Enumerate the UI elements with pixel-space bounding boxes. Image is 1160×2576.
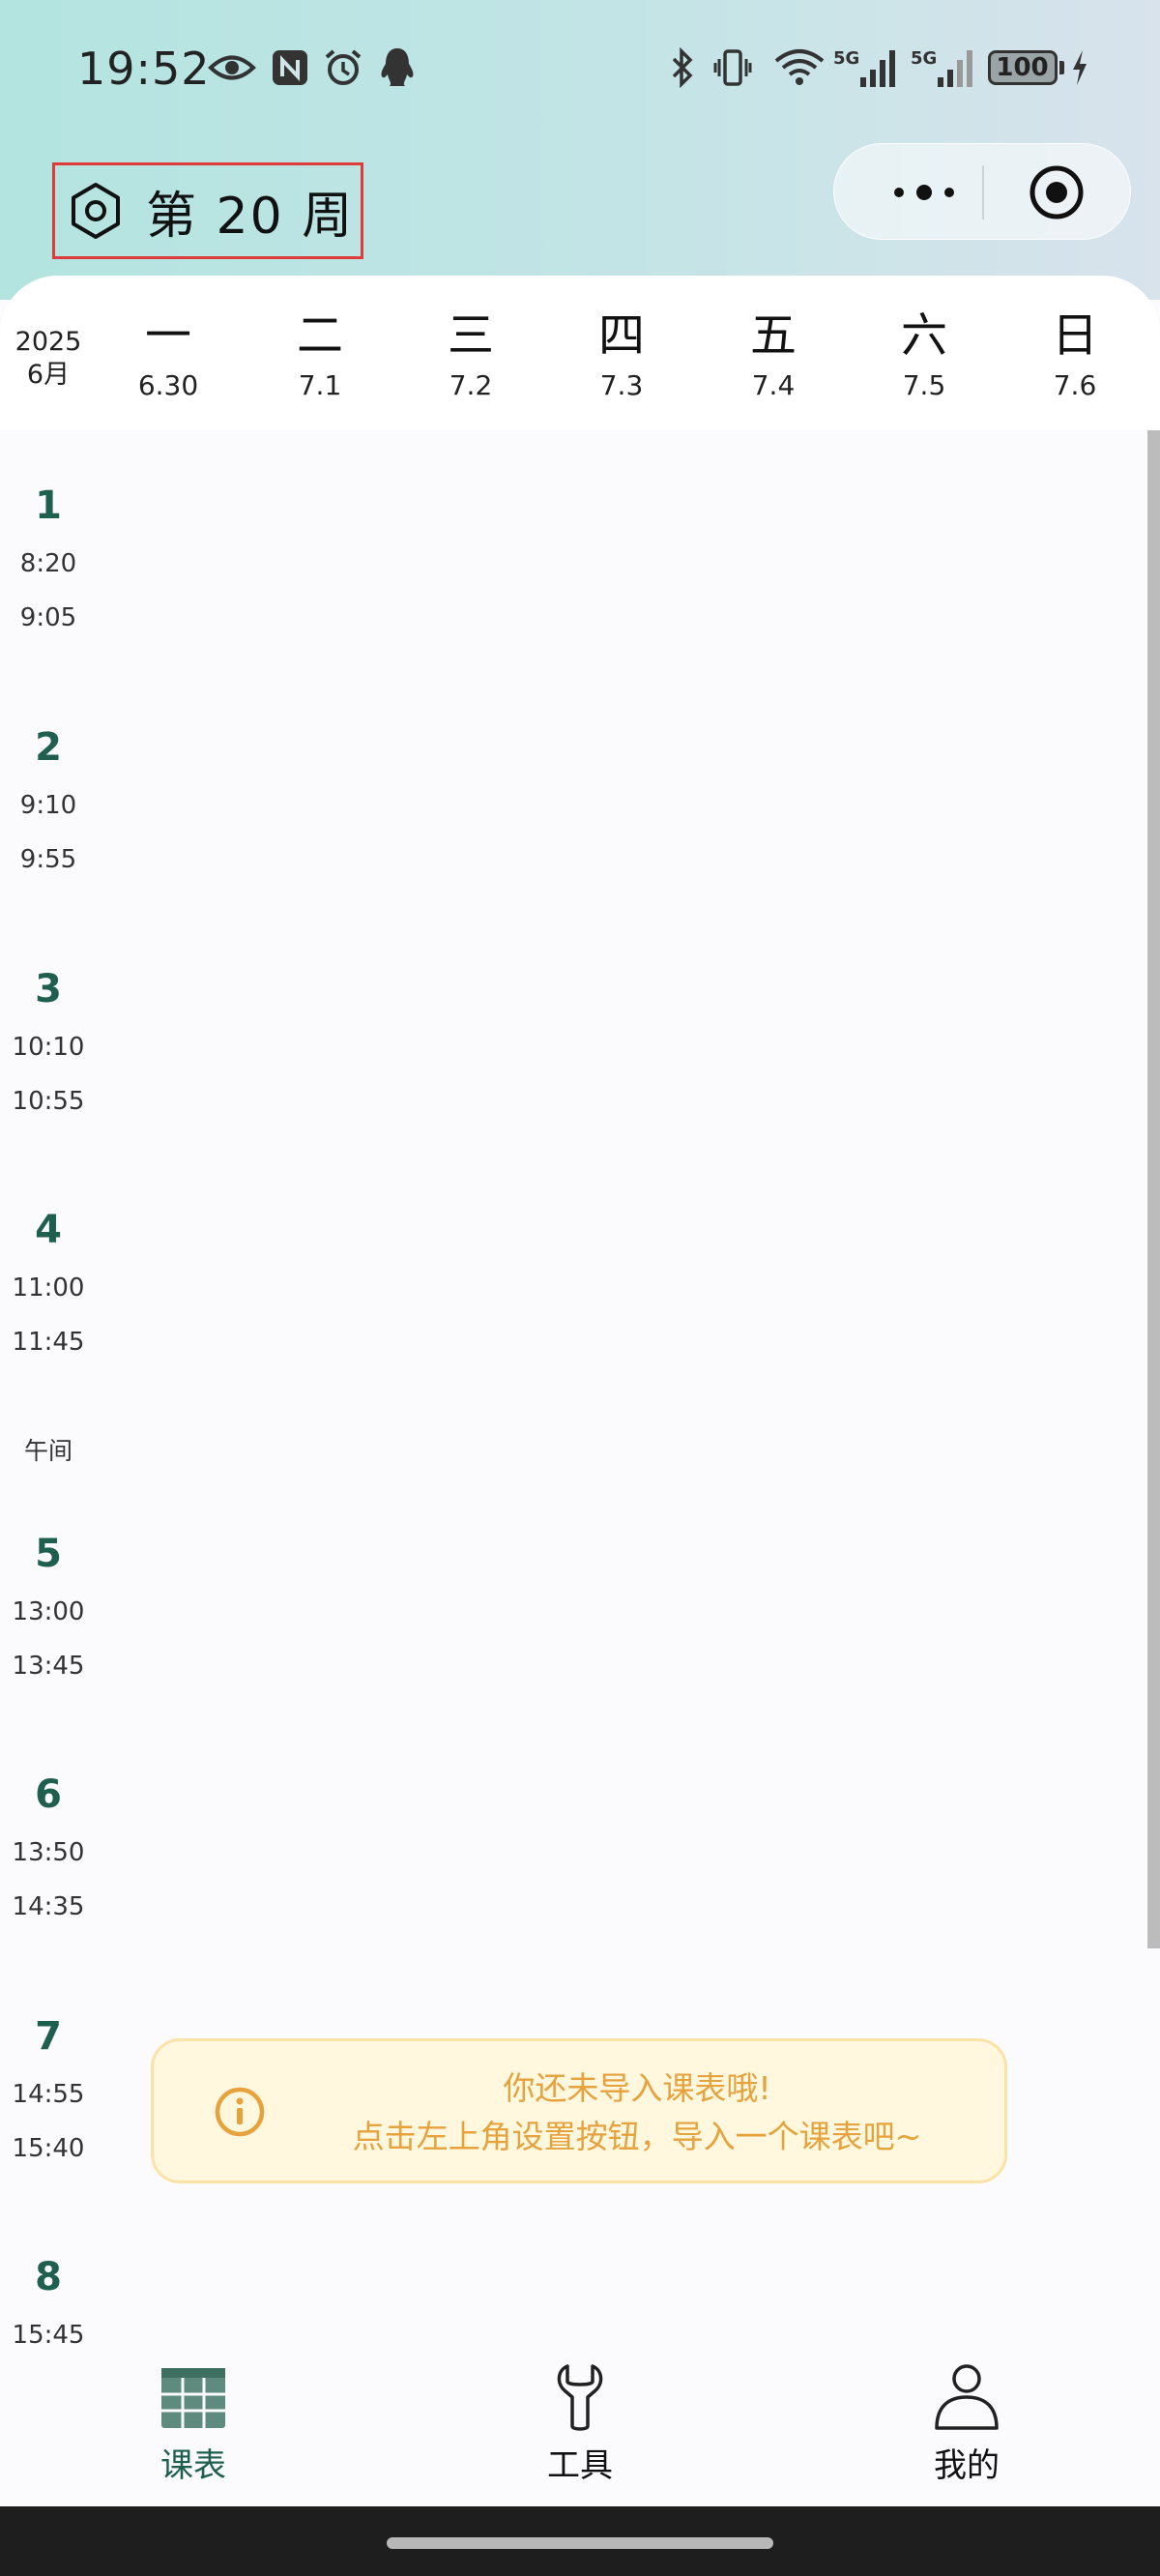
period-start-time: 15:45 <box>12 2321 85 2347</box>
status-bar: 19:52 5G 5G 100 <box>0 0 1160 140</box>
target-circle-icon[interactable] <box>1028 163 1086 221</box>
day-header: 2025 6月 一 6.30 二 7.1 三 7.2 四 7.3 五 7.4 六… <box>0 276 1160 430</box>
noon-break-label: 午间 <box>23 1437 72 1465</box>
charging-icon <box>1068 46 1091 89</box>
scrollbar[interactable] <box>1147 430 1160 1948</box>
period-number: 3 <box>35 967 62 1011</box>
day-date: 7.4 <box>751 369 796 401</box>
day-date: 7.6 <box>1053 369 1097 401</box>
day-column-header: 一 6.30 <box>110 305 226 405</box>
day-column-header: 六 7.5 <box>866 305 982 405</box>
period-start-time: 9:10 <box>19 791 77 820</box>
day-name: 五 <box>749 308 797 363</box>
day-date: 7.5 <box>902 369 946 401</box>
qq-penguin-icon <box>376 46 419 89</box>
period-start-time: 14:55 <box>12 2080 85 2109</box>
miniprogram-capsule <box>833 143 1131 240</box>
day-column-header: 三 7.2 <box>413 305 529 405</box>
wifi-icon <box>771 46 827 89</box>
day-column-header: 五 7.4 <box>715 305 831 405</box>
period-number: 5 <box>35 1532 62 1576</box>
wrench-icon <box>557 2364 603 2431</box>
period-end-time: 13:45 <box>12 1652 85 1681</box>
notice-line-2: 点击左上角设置按钮，导入一个课表吧~ <box>352 2118 922 2155</box>
capsule-divider <box>982 165 984 220</box>
nfc-icon <box>269 46 311 89</box>
home-indicator[interactable] <box>387 2537 773 2549</box>
period-number: 8 <box>35 2255 62 2299</box>
day-date: 7.1 <box>298 369 342 401</box>
period-slot: 7 14:55 15:40 <box>0 2009 97 2166</box>
day-name: 二 <box>296 308 343 363</box>
battery-level: 100 <box>987 50 1058 85</box>
tab-timetable[interactable]: 课表 <box>97 2347 290 2506</box>
timetable-panel: 2025 6月 一 6.30 二 7.1 三 7.2 四 7.3 五 7.4 六… <box>0 276 1160 2347</box>
period-number: 6 <box>35 1772 62 1817</box>
period-slot: 6 13:50 14:35 <box>0 1768 97 1924</box>
period-end-time: 10:55 <box>12 1087 85 1116</box>
bluetooth-icon <box>667 46 698 89</box>
period-number: 7 <box>35 2014 62 2059</box>
tab-tools[interactable]: 工具 <box>483 2347 677 2506</box>
battery-icon: 100 <box>984 46 1067 89</box>
notice-message: 你还未导入课表哦! 点击左上角设置按钮，导入一个课表吧~ <box>299 2064 975 2161</box>
period-slot: 4 11:00 11:45 <box>0 1203 97 1360</box>
year-month: 2025 6月 <box>0 326 97 392</box>
period-start-time: 13:00 <box>12 1597 85 1626</box>
tab-label: 工具 <box>547 2446 613 2485</box>
period-end-time: 11:45 <box>12 1328 85 1357</box>
week-settings-button[interactable]: 第 20 周 <box>52 162 363 259</box>
tab-label: 课表 <box>160 2446 226 2485</box>
period-end-time: 15:40 <box>12 2134 85 2163</box>
more-dots-icon[interactable] <box>871 168 977 217</box>
day-date: 7.2 <box>449 369 493 401</box>
period-end-time: 9:55 <box>19 845 77 874</box>
alarm-icon <box>322 46 364 89</box>
day-name: 六 <box>900 308 947 363</box>
signal-5g-icon: 5G <box>831 46 901 89</box>
day-column-header: 日 7.6 <box>1017 305 1133 405</box>
period-slot: 2 9:10 9:55 <box>0 720 97 877</box>
period-slot: 1 8:20 9:05 <box>0 479 97 635</box>
tab-label: 我的 <box>934 2446 1000 2485</box>
period-start-time: 11:00 <box>12 1273 85 1303</box>
hexagon-gear-icon <box>72 183 120 239</box>
period-start-time: 13:50 <box>12 1838 85 1867</box>
period-end-time: 14:35 <box>12 1892 85 1921</box>
day-column-header: 四 7.3 <box>564 305 680 405</box>
status-time: 19:52 <box>77 43 211 95</box>
timetable-grid-icon <box>161 2368 225 2428</box>
day-column-header: 二 7.1 <box>262 305 378 405</box>
period-start-time: 10:10 <box>12 1033 85 1062</box>
system-navigation-bar <box>0 2506 1160 2576</box>
year-label: 2025 <box>14 327 82 357</box>
day-name: 三 <box>447 308 494 363</box>
tab-profile[interactable]: 我的 <box>870 2347 1063 2506</box>
period-number: 2 <box>35 725 62 770</box>
day-name: 四 <box>597 308 645 363</box>
day-date: 7.3 <box>599 369 644 401</box>
day-name: 日 <box>1051 308 1098 363</box>
week-label: 第 20 周 <box>146 187 355 246</box>
period-end-time: 9:05 <box>19 603 77 632</box>
svg-text:5G: 5G <box>911 48 937 69</box>
bottom-tab-bar: 课表 工具 我的 <box>0 2347 1160 2506</box>
notice-line-1: 你还未导入课表哦! <box>503 2069 771 2107</box>
eye-icon <box>206 46 258 89</box>
user-icon <box>935 2364 999 2430</box>
import-notice[interactable]: 你还未导入课表哦! 点击左上角设置按钮，导入一个课表吧~ <box>151 2038 1007 2183</box>
period-slot: 8 15:45 <box>0 2250 97 2347</box>
signal-5g-icon: 5G <box>909 46 978 89</box>
period-slot: 3 10:10 10:55 <box>0 962 97 1119</box>
period-slot: 5 13:00 13:45 <box>0 1527 97 1683</box>
day-date: 6.30 <box>137 369 199 401</box>
period-number: 4 <box>35 1208 62 1252</box>
period-number: 1 <box>35 483 62 528</box>
month-label: 6月 <box>26 360 71 390</box>
vibrate-icon <box>711 46 754 89</box>
svg-text:5G: 5G <box>833 48 859 69</box>
period-start-time: 8:20 <box>19 549 77 578</box>
day-name: 一 <box>144 308 191 363</box>
info-circle-icon <box>215 2087 265 2137</box>
